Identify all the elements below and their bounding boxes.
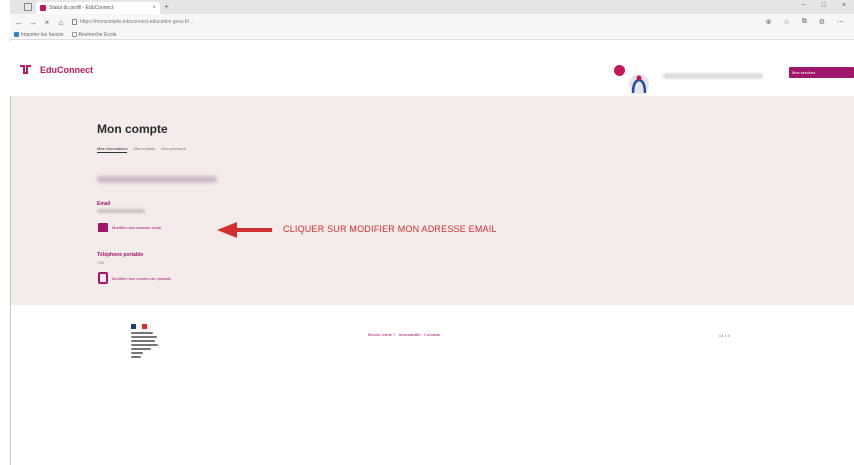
close-window-button[interactable]: × [842,2,846,9]
page-icon [71,32,77,37]
logo-text: EduConnect [40,64,93,75]
services-button[interactable]: Mes services [789,67,854,78]
french-flag-icon [131,324,147,329]
toolbar-icons: ⊕ ☆ ⧉ ⚙ ⋯ [766,18,854,26]
main-content: Mon compte Mes informations Mes enfants … [11,96,854,305]
tab-mon-parcours[interactable]: Mon parcours [161,146,185,153]
star-icon[interactable]: ☆ [783,18,789,26]
phone-prefix: +33 [97,260,104,265]
address-bar[interactable]: https://moncompte.educonnect.education.g… [72,17,432,27]
browser-toolbar: ← → × ⌂ https://moncompte.educonnect.edu… [10,14,854,30]
browser-tabbar: Statut du profil - EduConnect × + − □ × [10,0,854,14]
educonnect-logo-icon [19,64,32,75]
app-header: EduConnect Mes services [10,41,854,106]
favorite-import[interactable]: Importer les favoris [14,32,64,38]
folder-icon [14,32,19,37]
tab-mes-informations[interactable]: Mes informations [97,146,128,153]
email-label: Email [97,201,111,207]
account-name-blurred [97,176,217,183]
back-arrow-icon[interactable]: ← [12,18,26,27]
edit-email-link[interactable]: Modifier mon adresse email [98,223,161,232]
educonnect-favicon-icon [40,5,46,11]
favorite-ecole[interactable]: Recherche Ecole [71,31,117,38]
home-icon[interactable]: ⌂ [54,18,68,27]
footer: Besoin d'aide ? · Accessibilité · Contac… [11,305,854,465]
zoom-icon[interactable]: ⊕ [766,18,772,26]
tab-mes-enfants[interactable]: Mes enfants [133,146,155,153]
reload-icon[interactable]: × [40,18,54,27]
page-title: Mon compte [97,122,168,136]
browser-tab[interactable]: Statut du profil - EduConnect × [36,2,160,14]
avatar[interactable] [628,73,650,95]
minimize-button[interactable]: − [802,2,806,9]
footer-links[interactable]: Besoin d'aide ? · Accessibilité · Contac… [368,332,440,337]
more-menu-icon[interactable]: ⋯ [837,18,844,26]
edit-email-label: Modifier mon adresse email [112,225,162,230]
forward-arrow-icon[interactable]: → [26,18,40,27]
lock-icon [72,19,77,25]
account-tabs: Mes informations Mes enfants Mon parcour… [97,146,186,153]
new-tab-button[interactable]: + [164,3,169,11]
annotation-arrow-icon [217,222,272,238]
window-menu-icon[interactable] [24,3,32,11]
edit-phone-link[interactable]: Modifier mon numéro de portable [98,272,171,284]
maximize-button[interactable]: □ [822,2,826,9]
address-bar-url: https://moncompte.educonnect.education.g… [80,19,194,25]
notification-icon[interactable] [614,65,625,76]
window-controls: − □ × [802,2,846,9]
educonnect-logo[interactable]: EduConnect [19,64,93,75]
phone-icon [98,272,108,284]
mail-icon [98,223,108,232]
edit-phone-label: Modifier mon numéro de portable [112,275,171,281]
tab-close-icon[interactable]: × [152,5,156,11]
republique-francaise-logo [131,324,171,378]
footer-version: v3.7.0 [719,333,730,338]
email-value-blurred [97,209,145,213]
ministry-text-lines [131,332,171,358]
collections-icon[interactable]: ⧉ [802,18,807,26]
favorites-bar: Importer les favoris Recherche Ecole [10,30,854,40]
phone-label: Téléphone portable [97,252,144,258]
username-blurred[interactable] [663,73,763,79]
annotation-text: CLIQUER SUR MODIFIER MON ADRESSE EMAIL [283,224,497,234]
extensions-icon[interactable]: ⚙ [819,18,825,26]
favorite-label: Importer les favoris [21,31,64,38]
browser-tab-title: Statut du profil - EduConnect [49,5,114,11]
favorite-label: Recherche Ecole [78,31,117,38]
